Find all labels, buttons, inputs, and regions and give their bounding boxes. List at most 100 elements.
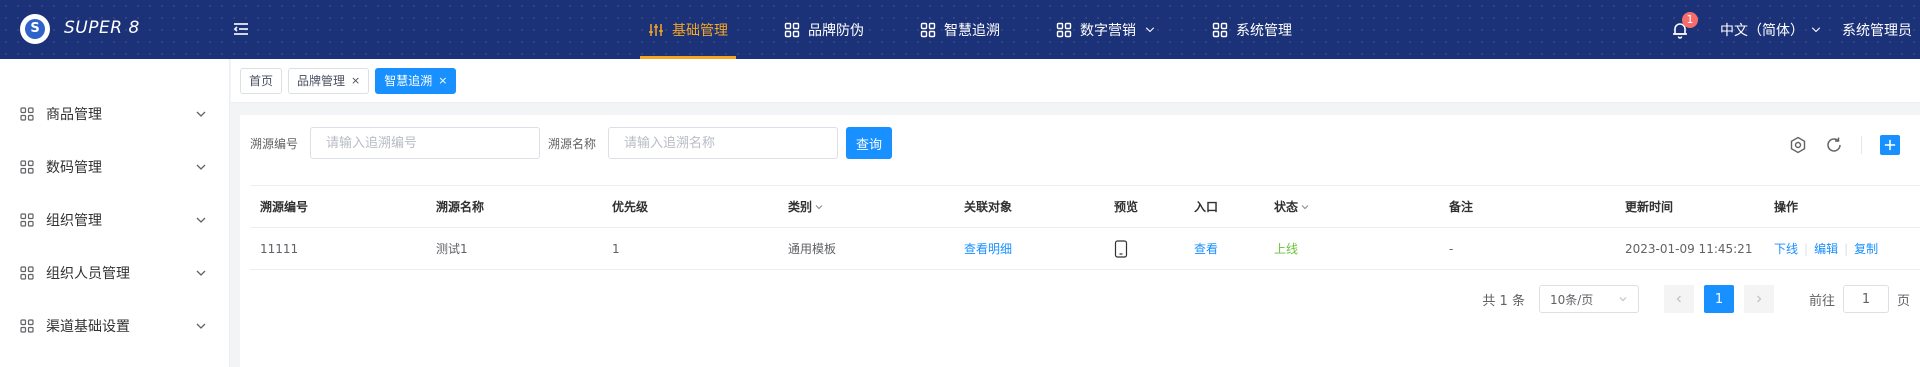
sidebar-item-label: 数码管理 <box>46 159 102 176</box>
trace-table: 溯源编号 溯源名称 优先级 类别 关联对象 预览 入口 状态 备注 更新时间 操… <box>250 185 1920 270</box>
menu-collapse-icon[interactable] <box>232 20 250 38</box>
logo-letter: S <box>25 19 45 39</box>
col-header: 更新时间 <box>1625 200 1674 214</box>
page-number-current[interactable]: 1 <box>1703 285 1734 313</box>
sidebar-item-product-management[interactable]: 商品管理 <box>0 87 229 140</box>
sidebar-item-channel-settings[interactable]: 渠道基础设置 <box>0 299 229 352</box>
close-icon[interactable]: × <box>351 74 360 87</box>
col-header: 操作 <box>1774 200 1799 214</box>
chevron-down-icon <box>196 217 206 223</box>
nav-label: 品牌防伪 <box>808 22 864 39</box>
nav-basic-management[interactable]: 基础管理 <box>640 0 736 59</box>
prev-page-button[interactable] <box>1663 285 1694 313</box>
page-size-value: 10条/页 <box>1549 292 1594 307</box>
sidebar-item-org-management[interactable]: 组织管理 <box>0 193 229 246</box>
cell-category: 通用模板 <box>788 242 837 256</box>
goto-page-input[interactable] <box>1842 285 1889 313</box>
grid-icon <box>1212 22 1228 37</box>
notification-button[interactable]: 1 <box>1670 11 1698 40</box>
cell-actions: 下线 | 编辑 | 复制 <box>1764 240 1904 257</box>
grid-icon <box>784 22 800 37</box>
col-header-category[interactable]: 类别 <box>778 198 954 215</box>
user-menu[interactable]: 系统管理员 <box>1842 20 1912 40</box>
tag-label: 智慧追溯 <box>384 74 433 88</box>
nav-system-management[interactable]: 系统管理 <box>1204 0 1300 59</box>
nav-brand-anticounterfeit[interactable]: 品牌防伪 <box>776 0 872 59</box>
sidebar-item-code-management[interactable]: 数码管理 <box>0 140 229 193</box>
add-button[interactable] <box>1880 135 1900 155</box>
sidebar-item-label: 组织管理 <box>46 212 102 229</box>
tag-label: 品牌管理 <box>297 74 346 88</box>
sidebar-item-label: 组织人员管理 <box>46 265 130 282</box>
entry-view-link[interactable]: 查看 <box>1184 240 1264 257</box>
source-code-input[interactable] <box>310 127 541 159</box>
source-name-input[interactable] <box>608 127 839 159</box>
col-header: 关联对象 <box>964 200 1013 214</box>
grid-icon <box>20 265 34 280</box>
col-header: 优先级 <box>612 200 649 214</box>
refresh-icon[interactable] <box>1825 136 1843 154</box>
goto-prefix: 前往 <box>1808 293 1835 309</box>
edit-button[interactable]: 编辑 <box>1814 240 1838 257</box>
col-header: 备注 <box>1449 200 1474 214</box>
nav-label: 系统管理 <box>1236 22 1292 39</box>
main-content: 溯源编号 溯源名称 查询 溯源编号 溯源名称 优先级 类别 关联对象 预览 入口 <box>240 115 1920 367</box>
grid-icon <box>20 212 34 227</box>
source-code-label: 溯源编号 <box>250 136 299 151</box>
pagination: 共 1 条 10条/页 1 前往 页 <box>1482 285 1910 313</box>
chevron-down-icon <box>196 111 206 117</box>
chevron-down-icon <box>1811 26 1821 32</box>
table-toolbar <box>1789 135 1900 155</box>
search-form: 溯源编号 溯源名称 查询 <box>250 127 893 159</box>
grid-icon <box>20 106 34 121</box>
close-icon[interactable]: × <box>438 74 447 87</box>
brand-name: SUPER 8 <box>64 18 140 38</box>
pagination-total: 共 1 条 <box>1482 293 1525 309</box>
sidebar: 商品管理 数码管理 组织管理 组织人员管理 渠道基础设置 <box>0 59 230 367</box>
notification-badge: 1 <box>1682 11 1698 28</box>
settings-icon[interactable] <box>1789 136 1807 154</box>
nav-digital-marketing[interactable]: 数字营销 <box>1048 0 1164 59</box>
action-divider: | <box>1844 241 1849 256</box>
chevron-down-icon <box>1301 204 1309 209</box>
copy-button[interactable]: 复制 <box>1854 240 1878 257</box>
goto-suffix: 页 <box>1896 293 1910 309</box>
main-nav: 基础管理 品牌防伪 智慧追溯 数字营销 系统管理 <box>640 0 1340 59</box>
sidebar-item-org-staff-management[interactable]: 组织人员管理 <box>0 246 229 299</box>
sidebar-item-label: 渠道基础设置 <box>46 318 130 335</box>
cell-code: 11111 <box>260 241 299 256</box>
col-header: 溯源名称 <box>436 200 485 214</box>
col-header-status[interactable]: 状态 <box>1264 198 1439 215</box>
chevron-right-icon <box>1757 295 1762 303</box>
query-button[interactable]: 查询 <box>846 127 893 159</box>
logo: S <box>20 14 50 44</box>
tag-home[interactable]: 首页 <box>240 67 283 94</box>
source-name-label: 溯源名称 <box>548 136 597 151</box>
tag-smart-trace[interactable]: 智慧追溯 × <box>375 67 457 94</box>
tag-brand-management[interactable]: 品牌管理 × <box>288 67 370 94</box>
col-header-label: 类别 <box>788 200 813 214</box>
cell-preview <box>1104 239 1184 258</box>
col-header-label: 状态 <box>1274 200 1299 214</box>
chevron-down-icon <box>1145 26 1155 32</box>
grid-icon <box>920 22 936 37</box>
grid-icon <box>1056 22 1072 37</box>
language-select[interactable]: 中文（简体） <box>1720 20 1822 40</box>
sliders-icon <box>649 23 663 36</box>
nav-label: 基础管理 <box>672 22 728 39</box>
chevron-left-icon <box>1676 295 1681 303</box>
chevron-down-icon <box>815 204 823 209</box>
next-page-button[interactable] <box>1743 285 1774 313</box>
col-header: 入口 <box>1194 200 1219 214</box>
offline-button[interactable]: 下线 <box>1774 240 1798 257</box>
page-size-select[interactable]: 10条/页 <box>1538 285 1639 313</box>
col-header: 预览 <box>1114 200 1139 214</box>
chevron-down-icon <box>196 270 206 276</box>
chevron-down-icon <box>1619 297 1627 302</box>
view-details-link[interactable]: 查看明细 <box>954 240 1104 257</box>
nav-label: 智慧追溯 <box>944 22 1000 39</box>
tag-label: 首页 <box>249 74 274 88</box>
nav-smart-trace[interactable]: 智慧追溯 <box>912 0 1008 59</box>
cell-remark: - <box>1449 241 1454 256</box>
mobile-phone-icon[interactable] <box>1114 239 1128 258</box>
